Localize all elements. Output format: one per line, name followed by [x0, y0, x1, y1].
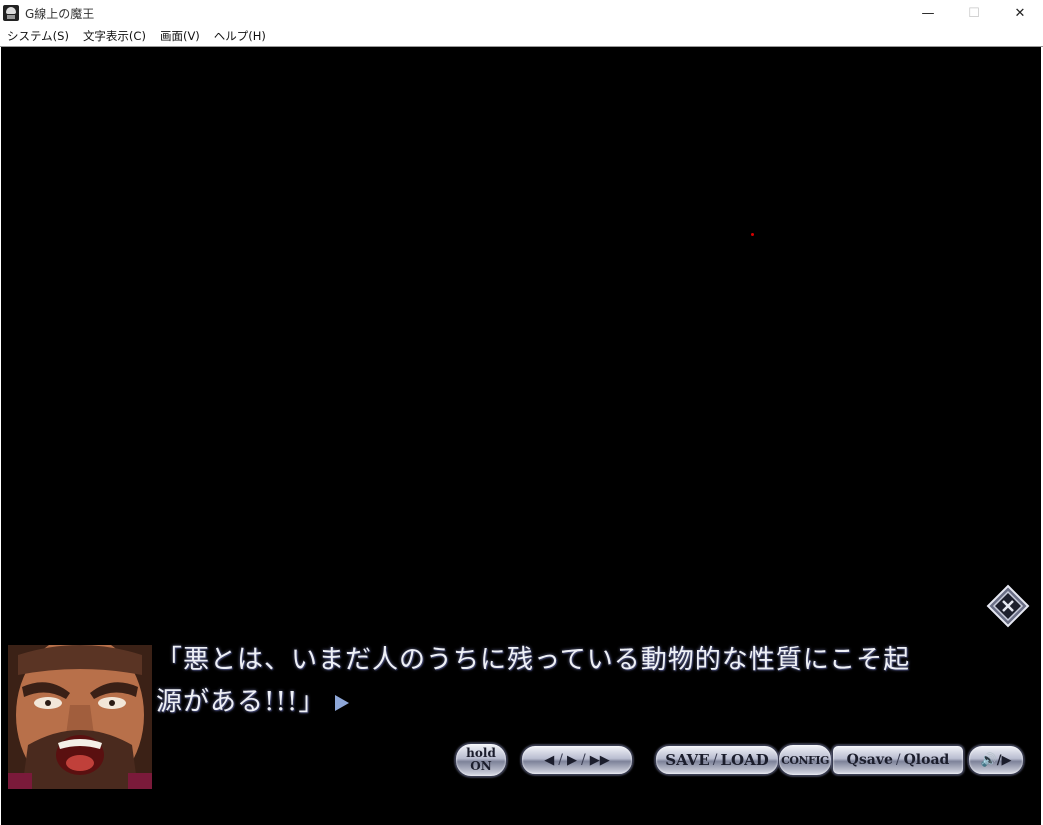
dialogue-text: 「悪とは、いまだ人のうちに残っている動物的な性質にこそ起 源がある!!!」: [156, 639, 956, 723]
forward-button[interactable]: ▶: [563, 753, 581, 768]
close-button[interactable]: ✕: [997, 0, 1043, 26]
app-icon[interactable]: [3, 5, 19, 21]
menu-system[interactable]: システム(S): [0, 26, 76, 46]
game-canvas[interactable]: 「悪とは、いまだ人のうちに残っている動物的な性質にこそ起 源がある!!!」: [1, 47, 1041, 825]
hide-window-icon[interactable]: [986, 584, 1030, 628]
skip-button[interactable]: ▶▶: [586, 753, 614, 768]
title-bar: G線上の魔王 — ☐ ✕: [0, 0, 1043, 26]
load-button[interactable]: LOAD: [717, 751, 771, 769]
menu-screen[interactable]: 画面(V): [153, 26, 207, 46]
hold-button[interactable]: hold ON: [455, 743, 507, 777]
next-page-arrow-icon: [335, 695, 350, 711]
quick-save-load-group: Qsave / Qload: [832, 745, 964, 775]
window-title: G線上の魔王: [25, 6, 95, 21]
config-button[interactable]: CONFIG: [778, 744, 832, 776]
message-nav-group: ◀ / ▶ / ▶▶: [521, 745, 633, 775]
sound-voice-button[interactable]: 🔊/▶: [968, 745, 1024, 775]
minimize-button[interactable]: —: [905, 0, 951, 26]
menu-text-display[interactable]: 文字表示(C): [76, 26, 153, 46]
window-controls: — ☐ ✕: [905, 0, 1043, 26]
menu-help[interactable]: ヘルプ(H): [207, 26, 273, 46]
dialogue-line-1: 「悪とは、いまだ人のうちに残っている動物的な性質にこそ起: [156, 645, 911, 675]
menu-bar: システム(S) 文字表示(C) 画面(V) ヘルプ(H): [0, 26, 1043, 47]
dialogue-line-2: 源がある!!!」: [156, 681, 956, 723]
qload-button[interactable]: Qload: [901, 752, 953, 768]
cursor-dot: [751, 233, 754, 236]
back-button[interactable]: ◀: [540, 753, 558, 768]
maximize-button[interactable]: ☐: [951, 0, 997, 26]
save-button[interactable]: SAVE: [662, 751, 712, 769]
save-load-group: SAVE / LOAD: [655, 745, 779, 775]
qsave-button[interactable]: Qsave: [844, 752, 896, 768]
character-portrait: [8, 645, 152, 789]
hold-state: ON: [470, 759, 492, 773]
dialogue-line-2-text: 源がある!!!」: [156, 687, 326, 717]
